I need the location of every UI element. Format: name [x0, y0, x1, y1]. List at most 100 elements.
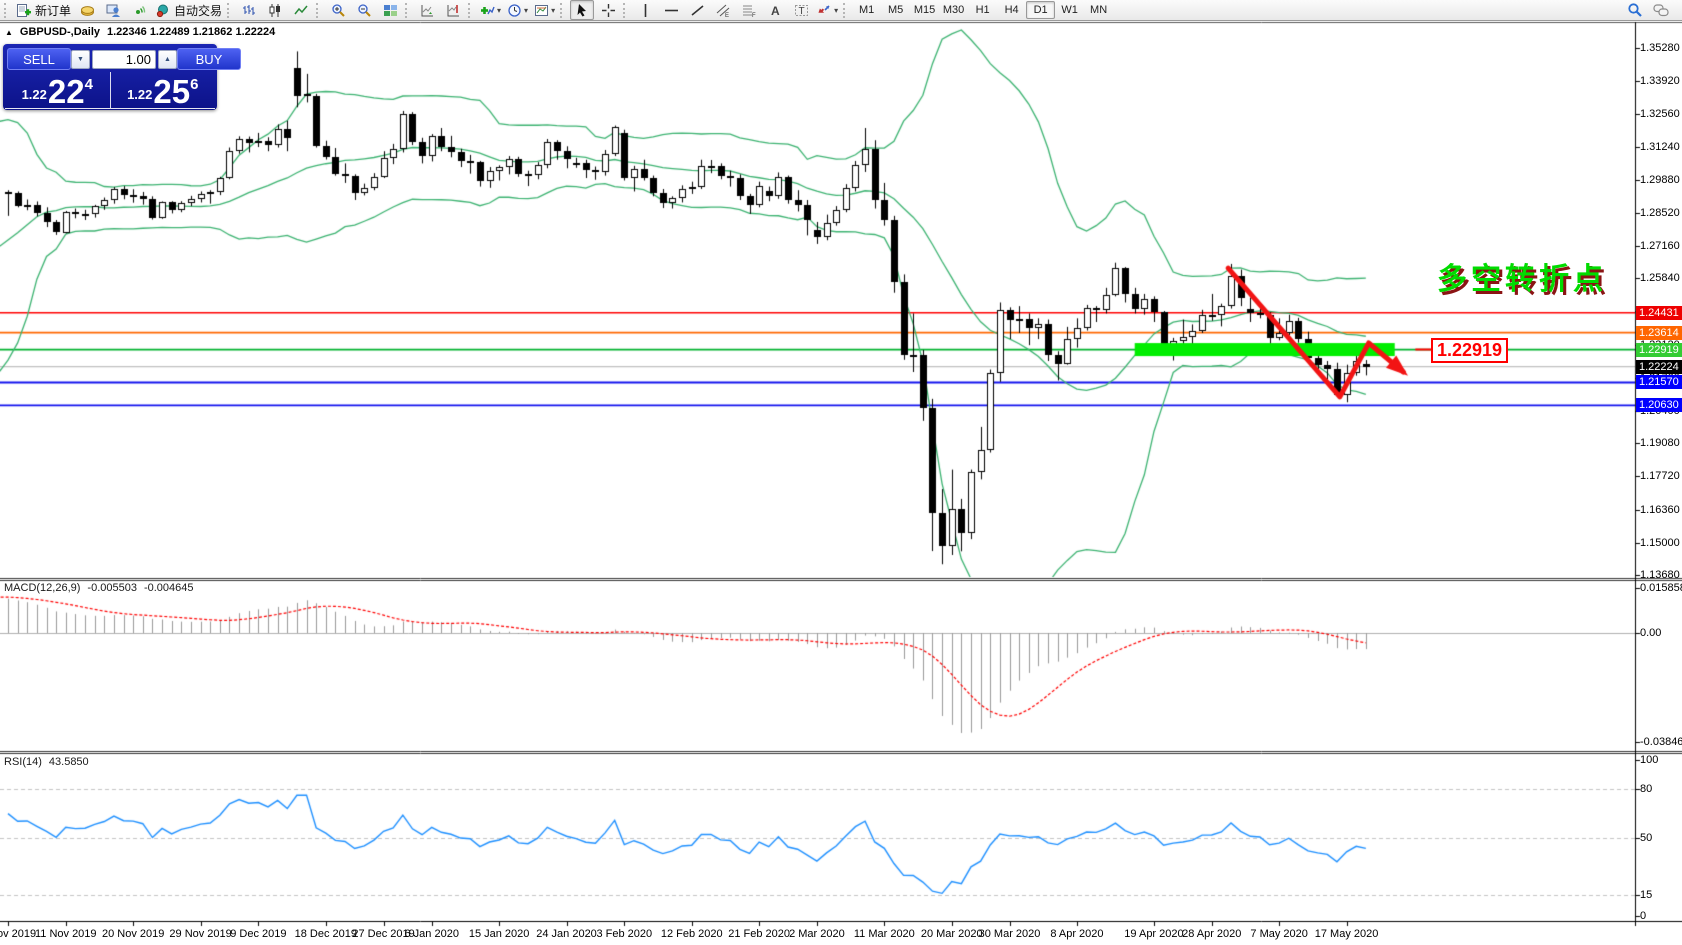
indicators-icon [480, 3, 495, 18]
sell-button[interactable]: SELL [7, 48, 71, 70]
toolbar: 新订单 自动交易 ▾ ▾ ▾ E F A T ▾ M1 M5 M15 M30 H1 H4 D1 W1 MN [0, 0, 1682, 21]
buy-price-point: 6 [190, 76, 199, 93]
buy-price-pips: 25 [153, 73, 191, 110]
macd-signal-value: -0.004645 [143, 582, 194, 594]
sell-price-display[interactable]: 1.22 22 4 [5, 72, 111, 109]
volume-up-button[interactable]: ▲ [158, 49, 177, 69]
fibo-icon: F [742, 3, 757, 18]
price-level-tag: 1.21570 [1636, 375, 1682, 390]
tf-mn-button[interactable]: MN [1084, 1, 1113, 19]
text-button[interactable]: A [763, 0, 787, 20]
date-axis-label: 12 Feb 2020 [660, 928, 723, 940]
arrows-button[interactable]: ▾ [815, 0, 840, 20]
date-axis-label: 29 Nov 2019 [169, 928, 232, 940]
volume-down-button[interactable]: ▼ [71, 49, 90, 69]
signal-icon [132, 3, 147, 18]
price-axis-tick-label: 1.15000 [1640, 536, 1680, 549]
price-axis-tick-label: 1.17720 [1640, 470, 1680, 483]
fibonacci-button[interactable]: F [737, 0, 761, 20]
macd-main-value: -0.005503 [87, 582, 137, 594]
trendline-button[interactable] [685, 0, 709, 20]
equidistant-channel-button[interactable]: E [711, 0, 735, 20]
bar-chart-button[interactable] [237, 0, 261, 20]
rsi-axis-tick-label: 80 [1640, 782, 1653, 795]
price-axis-tick-label: 1.27160 [1640, 240, 1680, 253]
date-axis-label: 19 Apr 2020 [1124, 928, 1184, 940]
person-icon [106, 3, 121, 18]
signals-button[interactable] [127, 0, 151, 20]
macd-axis-tick-label: 0.00 [1640, 627, 1662, 639]
horizontal-line-button[interactable] [659, 0, 683, 20]
crosshair-button[interactable] [596, 0, 620, 20]
volume-input[interactable]: 1.00 [92, 49, 156, 69]
toolbar-group-grip [560, 2, 565, 18]
tf-h1-button[interactable]: H1 [968, 1, 997, 19]
rsi-indicator-label: RSI(14) 43.5850 [4, 756, 89, 768]
zoom-out-button[interactable] [352, 0, 376, 20]
tf-h4-button[interactable]: H4 [997, 1, 1026, 19]
date-axis-label: 11 Mar 2020 [853, 928, 915, 940]
buy-price-display[interactable]: 1.22 25 6 [110, 72, 215, 110]
dropdown-caret-icon: ▾ [524, 5, 529, 15]
price-axis-tick-label: 1.19080 [1640, 437, 1680, 450]
date-axis-label: 20 Nov 2019 [101, 928, 165, 940]
svg-text:F: F [752, 13, 756, 18]
price-axis-tick-label: 1.29880 [1640, 173, 1680, 186]
deposit-button[interactable] [75, 0, 99, 20]
rsi-name: RSI(14) [4, 756, 42, 768]
zoom-in-button[interactable] [326, 0, 350, 20]
price-level-tag: 1.24431 [1636, 305, 1682, 320]
search-button[interactable] [1623, 0, 1647, 20]
line-chart-button[interactable] [289, 0, 313, 20]
label-icon: T [794, 3, 809, 18]
panel-collapse-icon[interactable]: ▲ [5, 28, 13, 37]
tf-m5-button[interactable]: M5 [881, 1, 910, 19]
buy-price-prefix: 1.22 [127, 87, 153, 102]
buy-button[interactable]: BUY [177, 48, 241, 70]
date-axis-label: 1 Nov 2019 [0, 928, 37, 940]
zoom-in-icon [331, 3, 346, 18]
macd-indicator-label: MACD(12,26,9) -0.005503 -0.004645 [4, 582, 194, 594]
date-axis-label: 3 Feb 2020 [596, 928, 653, 940]
vertical-line-button[interactable] [633, 0, 657, 20]
indicators-button[interactable]: ▾ [478, 0, 503, 20]
autotrading-button[interactable]: 自动交易 [153, 0, 224, 20]
zoom-out-icon [357, 3, 372, 18]
chart-canvas[interactable] [0, 0, 1682, 945]
periods-button[interactable]: ▾ [505, 0, 530, 20]
chart-shift-button[interactable] [441, 0, 465, 20]
price-callout-label[interactable]: 1.22919 [1431, 338, 1508, 363]
hline-icon [664, 3, 679, 18]
tf-m1-button[interactable]: M1 [852, 1, 881, 19]
macd-name: MACD(12,26,9) [4, 582, 81, 594]
chat-button[interactable] [1649, 0, 1673, 20]
channel-icon: E [716, 3, 731, 18]
sell-price-pips: 22 [47, 73, 85, 110]
toolbar-group-grip [227, 2, 232, 18]
tf-m15-button[interactable]: M15 [910, 1, 939, 19]
tf-d1-button[interactable]: D1 [1026, 1, 1056, 19]
sell-price-point: 4 [84, 76, 93, 93]
cursor-button[interactable] [570, 0, 595, 20]
text-label-button[interactable]: T [789, 0, 813, 20]
auto-scroll-button[interactable] [415, 0, 439, 20]
tf-w1-button[interactable]: W1 [1055, 1, 1084, 19]
tile-windows-button[interactable] [378, 0, 402, 20]
date-axis-label: 9 Dec 2019 [230, 928, 287, 940]
toolbar-group-grip [468, 2, 473, 18]
shift-icon [446, 3, 461, 18]
community-button[interactable] [101, 0, 125, 20]
svg-text:T: T [798, 6, 804, 17]
templates-button[interactable]: ▾ [532, 0, 557, 20]
candles-icon [268, 3, 283, 18]
tile-icon [383, 3, 398, 18]
toolbar-group-grip [623, 2, 628, 18]
macd-axis-tick-label: -0.038465 [1640, 736, 1682, 749]
rsi-value: 43.5850 [48, 756, 89, 768]
template-icon [534, 3, 549, 18]
tf-m30-button[interactable]: M30 [939, 1, 968, 19]
candlestick-chart-button[interactable] [263, 0, 287, 20]
dropdown-caret-icon: ▾ [834, 5, 839, 15]
price-axis-tick-label: 1.31240 [1640, 140, 1680, 153]
new-order-button[interactable]: 新订单 [14, 0, 73, 20]
